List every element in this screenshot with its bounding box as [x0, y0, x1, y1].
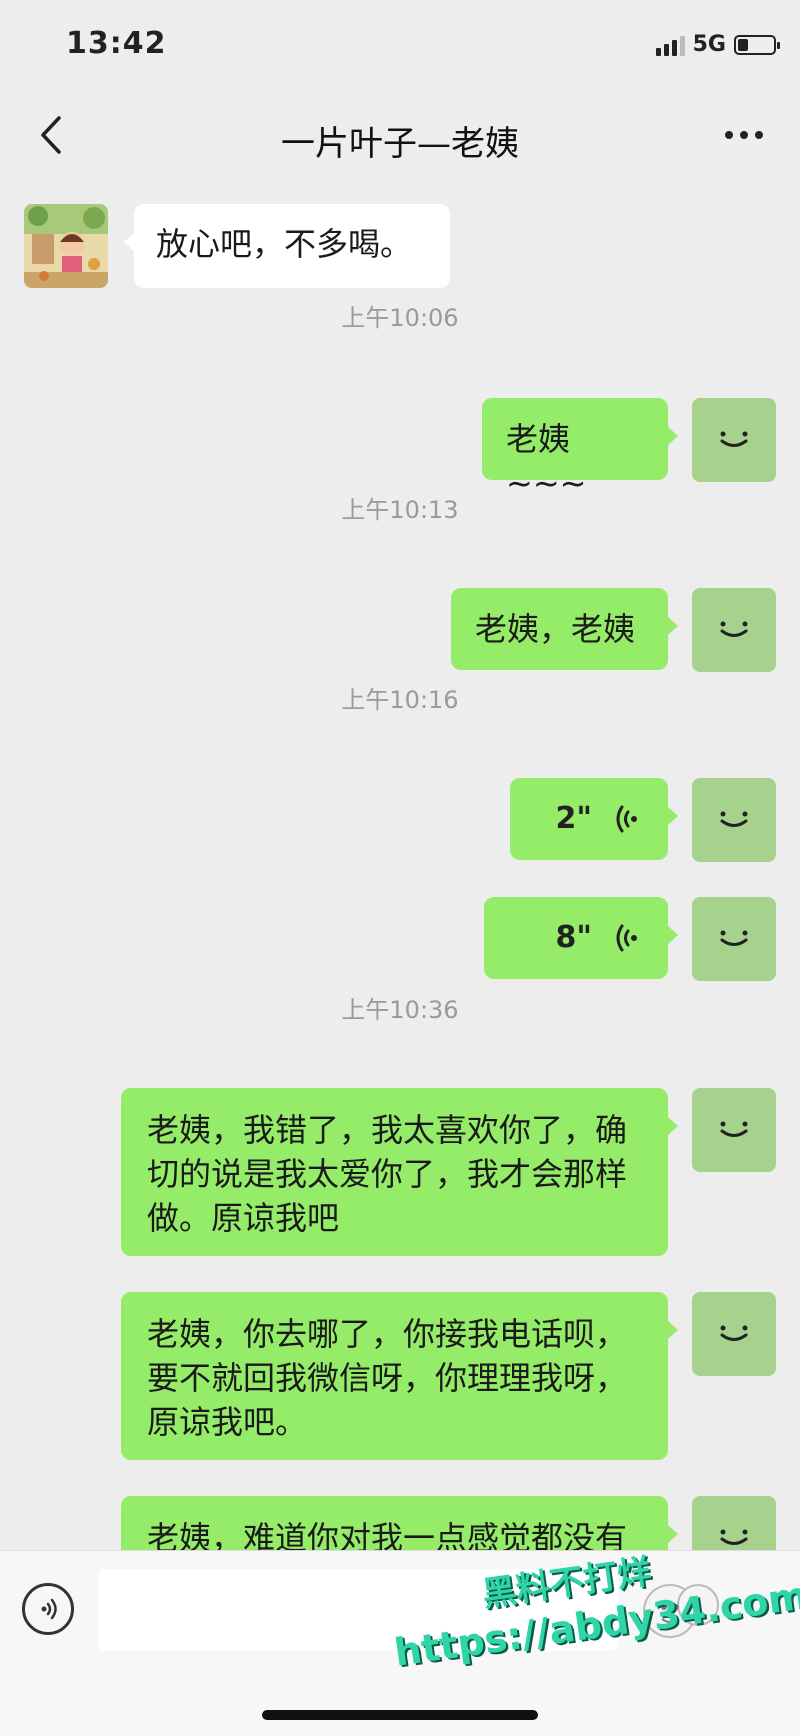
avatar-image: [24, 204, 108, 288]
timestamp: 上午10:13: [341, 496, 459, 524]
voice-message-bubble[interactable]: 8": [484, 897, 678, 979]
message-bubble-outgoing[interactable]: 老姨，难道你对我一点感觉都没有: [121, 1496, 678, 1550]
voice-duration: 2": [555, 801, 592, 836]
message-bubble-incoming[interactable]: 放心吧，不多喝。: [124, 204, 450, 288]
smiley-icon: [720, 811, 748, 827]
self-avatar[interactable]: [692, 897, 776, 981]
more-dots-icon: [725, 131, 763, 139]
message-bubble-outgoing[interactable]: 老姨，我错了，我太喜欢你了，确 切的说是我太爱你了，我才会那样 做。原谅我吧: [121, 1088, 678, 1256]
message-text: 老姨，难道你对我一点感觉都没有: [147, 1519, 628, 1550]
timestamp: 上午10:36: [341, 996, 459, 1024]
message-bubble-outgoing[interactable]: 老姨，你去哪了，你接我电话呗， 要不就回我微信呀，你理理我呀， 原谅我吧。: [121, 1292, 678, 1460]
voice-message-bubble[interactable]: 2": [510, 778, 678, 860]
voice-duration: 8": [555, 920, 592, 955]
self-avatar[interactable]: [692, 588, 776, 672]
message-bubble-outgoing[interactable]: 老姨，老姨: [451, 588, 678, 670]
status-time: 13:42: [66, 26, 167, 61]
nav-bar: 一片叶子—老姨: [0, 90, 800, 180]
voice-wave-icon: [616, 805, 637, 833]
timestamp: 上午10:06: [341, 304, 459, 332]
voice-wave-icon: [616, 924, 637, 952]
timestamp: 上午10:16: [341, 686, 459, 714]
self-avatar[interactable]: [692, 778, 776, 862]
smiley-icon: [720, 1325, 748, 1341]
signal-icon: [655, 34, 685, 56]
message-text: 老姨，你去哪了，你接我电话呗， 要不就回我微信呀，你理理我呀， 原谅我吧。: [147, 1315, 628, 1441]
message-text: 放心吧，不多喝。: [156, 225, 413, 263]
chat-title: 一片叶子—老姨: [281, 124, 519, 164]
smiley-icon: [720, 621, 748, 637]
voice-input-button[interactable]: [22, 1583, 74, 1635]
message-text: 老姨，我错了，我太喜欢你了，确 切的说是我太爱你了，我才会那样 做。原谅我吧: [147, 1111, 628, 1237]
message-bubble-outgoing[interactable]: 老姨~~~: [482, 398, 678, 502]
smiley-icon: [720, 930, 748, 946]
more-button[interactable]: [714, 110, 774, 160]
self-avatar[interactable]: [692, 398, 776, 482]
status-indicators: 5G: [655, 32, 780, 57]
home-indicator: [262, 1710, 538, 1720]
peer-avatar[interactable]: [24, 204, 108, 288]
message-text: 老姨，老姨: [475, 610, 636, 648]
smiley-icon: [720, 431, 748, 447]
battery-icon: [734, 34, 780, 55]
network-label: 5G: [692, 32, 726, 57]
smiley-icon: [720, 1121, 748, 1137]
chat-area[interactable]: 放心吧，不多喝。 上午10:06 老姨~~~ 上午10:13 老姨，老姨 上午1…: [0, 180, 800, 1550]
voice-input-icon: [41, 1598, 57, 1620]
status-bar: 13:42 5G: [0, 0, 800, 90]
self-avatar[interactable]: [692, 1088, 776, 1172]
self-avatar[interactable]: [692, 1292, 776, 1376]
